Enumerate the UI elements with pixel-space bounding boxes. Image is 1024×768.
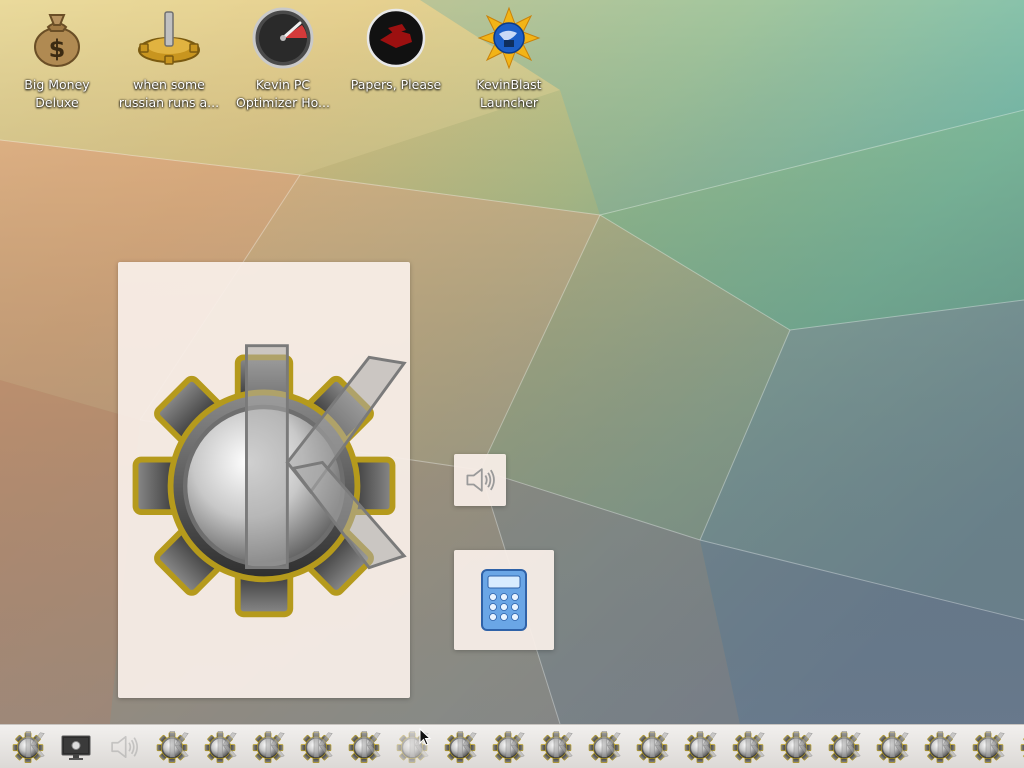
window-thumbnail-kde[interactable] [118,262,410,698]
desktop-icon-label: Big Money Deluxe [24,77,90,110]
taskbar-item[interactable] [148,727,196,767]
taskbar-item[interactable] [676,727,724,767]
globe-star-icon [477,6,541,70]
kde-gear-icon [395,730,429,764]
svg-text:$: $ [49,35,66,63]
kde-gear-icon [923,730,957,764]
taskbar [0,724,1024,768]
desktop: $ Big Money Deluxe when some russian run… [0,0,1024,724]
kde-gear-icon [118,334,410,626]
desktop-icon-label: Papers, Please [350,77,442,92]
taskbar-item[interactable] [916,727,964,767]
speaker-icon [107,730,141,764]
speaker-icon [462,462,498,498]
kde-gear-icon [1019,730,1024,764]
taskbar-item[interactable] [244,727,292,767]
kde-gear-icon [587,730,621,764]
desktop-icon-label: KevinBlast Launcher [476,77,542,110]
taskbar-item[interactable] [340,727,388,767]
taskbar-item[interactable] [964,727,1012,767]
kde-gear-icon [443,730,477,764]
kde-gear-icon [155,730,189,764]
kde-gear-icon [203,730,237,764]
desktop-icon-label: when some russian runs a... [118,77,220,110]
taskbar-item[interactable] [52,727,100,767]
money-bag-icon: $ [25,6,89,70]
kde-gear-icon [971,730,1005,764]
window-thumbnail-volume[interactable] [454,454,506,506]
kde-gear-icon [347,730,381,764]
taskbar-item[interactable] [436,727,484,767]
taskbar-item[interactable] [628,727,676,767]
taskbar-item[interactable] [292,727,340,767]
kde-gear-icon [875,730,909,764]
desktop-icon-label: Kevin PC Optimizer Ho... [236,77,330,110]
window-thumbnail-calculator[interactable] [454,550,554,650]
taskbar-item[interactable] [4,727,52,767]
kde-gear-icon [539,730,573,764]
kde-gear-icon [491,730,525,764]
taskbar-item[interactable] [724,727,772,767]
taskbar-item[interactable] [868,727,916,767]
speedometer-icon [251,6,315,70]
taskbar-item[interactable] [532,727,580,767]
kde-gear-icon [731,730,765,764]
kde-gear-icon [299,730,333,764]
kde-gear-icon [251,730,285,764]
kde-gear-icon [779,730,813,764]
taskbar-item[interactable] [388,727,436,767]
desktop-icon-when-some-russian[interactable]: when some russian runs a... [114,6,224,116]
taskbar-item[interactable] [484,727,532,767]
monitor-icon [61,735,91,760]
gear-lever-icon [137,6,201,70]
taskbar-item[interactable] [820,727,868,767]
kde-gear-icon [683,730,717,764]
kde-gear-icon [11,730,45,764]
taskbar-item[interactable] [100,727,148,767]
papers-please-icon [364,6,428,70]
taskbar-item[interactable] [1012,727,1024,767]
kde-gear-icon [635,730,669,764]
taskbar-item[interactable] [196,727,244,767]
desktop-icon-kevin-pc-optimizer[interactable]: Kevin PC Optimizer Ho... [228,6,338,116]
desktop-icon-kevinblast-launcher[interactable]: KevinBlast Launcher [454,6,564,116]
taskbar-item[interactable] [772,727,820,767]
calculator-icon [481,569,527,631]
kde-gear-icon [827,730,861,764]
desktop-icon-papers-please[interactable]: Papers, Please [341,6,451,116]
desktop-icon-big-money-deluxe[interactable]: $ Big Money Deluxe [2,6,112,116]
taskbar-item[interactable] [580,727,628,767]
